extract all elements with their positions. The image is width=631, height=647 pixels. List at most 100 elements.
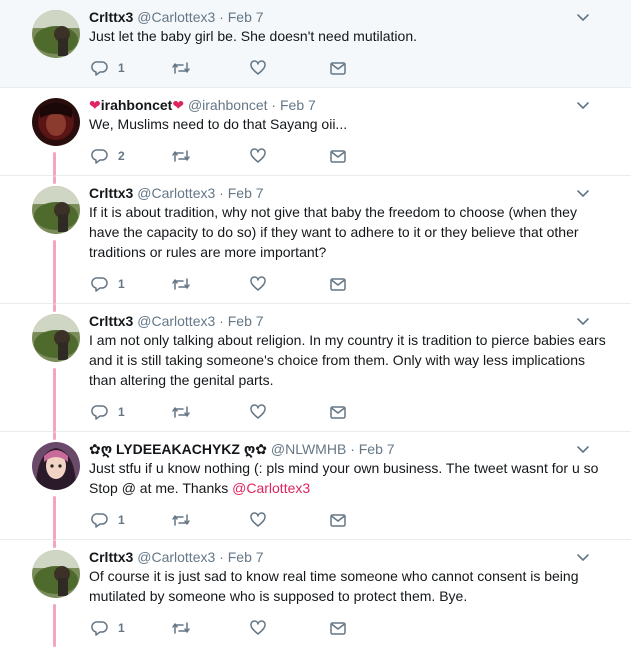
retweet-button[interactable] — [171, 58, 191, 78]
separator: · — [219, 313, 224, 329]
thread-line — [53, 496, 56, 540]
avatar[interactable] — [32, 550, 80, 598]
like-button[interactable] — [249, 618, 267, 638]
direct-message-button[interactable] — [329, 402, 347, 422]
tweet-body: We, Muslims need to do that Sayang oii..… — [89, 116, 348, 132]
reply-button[interactable]: 1 — [91, 618, 125, 638]
retweet-button[interactable] — [171, 510, 191, 530]
separator: · — [271, 97, 277, 113]
chevron-down-icon[interactable] — [575, 97, 591, 113]
display-name[interactable]: Crlttx3 — [89, 185, 133, 201]
timestamp[interactable]: Feb 7 — [280, 97, 316, 113]
avatar[interactable] — [32, 442, 80, 490]
timestamp[interactable]: Feb 7 — [228, 313, 264, 329]
avatar[interactable] — [32, 98, 80, 146]
tweet-header: Crlttx3 @Carlottex3 · Feb 7 — [89, 312, 264, 330]
tweet[interactable]: Crlttx3 @Carlottex3 · Feb 7 Just let the… — [0, 0, 631, 88]
reply-button[interactable]: 1 — [91, 510, 125, 530]
timestamp[interactable]: Feb 7 — [228, 185, 264, 201]
heart-emoji: ❤ — [172, 97, 185, 113]
like-button[interactable] — [249, 58, 267, 78]
like-icon — [250, 148, 266, 163]
mention-link[interactable]: @Carlottex3 — [232, 480, 310, 496]
tweet-header: Crlttx3 @Carlottex3 · Feb 7 — [89, 184, 264, 202]
retweet-icon — [172, 406, 190, 418]
direct-message-button[interactable] — [329, 510, 347, 530]
reply-button[interactable]: 1 — [91, 402, 125, 422]
retweet-button[interactable] — [171, 274, 191, 294]
tweet-actions: 2 — [89, 146, 359, 166]
avatar[interactable] — [32, 10, 80, 58]
separator: · — [219, 549, 224, 565]
avatar[interactable] — [32, 186, 80, 234]
tweet[interactable]: Crlttx3 @Carlottex3 · Feb 7 If it is abo… — [0, 176, 631, 304]
retweet-button[interactable] — [171, 146, 191, 166]
separator: · — [219, 9, 224, 25]
direct-message-button[interactable] — [329, 618, 347, 638]
chevron-down-icon[interactable] — [575, 313, 591, 329]
reply-button[interactable]: 2 — [91, 146, 125, 166]
direct-message-button[interactable] — [329, 274, 347, 294]
direct-message-button[interactable] — [329, 146, 347, 166]
like-icon — [250, 404, 266, 419]
display-name[interactable]: Crlttx3 — [89, 549, 133, 565]
user-handle[interactable]: @Carlottex3 — [137, 185, 215, 201]
user-handle[interactable]: @Carlottex3 — [137, 313, 215, 329]
tweet[interactable]: ❤irahboncet❤ @irahboncet · Feb 7 We, Mus… — [0, 88, 631, 176]
reply-icon — [91, 149, 108, 164]
reply-count: 2 — [118, 149, 125, 163]
user-handle[interactable]: @Carlottex3 — [137, 9, 215, 25]
retweet-button[interactable] — [171, 618, 191, 638]
like-icon — [250, 276, 266, 291]
tweet-body: If it is about tradition, why not give t… — [89, 204, 579, 260]
tweet-header: Crlttx3 @Carlottex3 · Feb 7 — [89, 548, 264, 566]
tweet[interactable]: Crlttx3 @Carlottex3 · Feb 7 I am not onl… — [0, 304, 631, 432]
thread-line — [53, 604, 56, 647]
chevron-down-icon[interactable] — [575, 441, 591, 457]
tweet[interactable]: Crlttx3 @Carlottex3 · Feb 7 Of course it… — [0, 540, 631, 647]
retweet-icon — [172, 622, 190, 634]
tweet[interactable]: ✿ღ LYDEEAKACHYKZ ღ✿ @NLWMHB · Feb 7 Just… — [0, 432, 631, 540]
chevron-down-icon[interactable] — [575, 9, 591, 25]
user-handle[interactable]: @Carlottex3 — [137, 549, 215, 565]
direct-message-icon — [330, 406, 346, 419]
display-name[interactable]: ✿ღ LYDEEAKACHYKZ ღ✿ — [89, 441, 267, 457]
reply-icon — [91, 621, 108, 636]
display-name[interactable]: Crlttx3 — [89, 9, 133, 25]
timestamp[interactable]: Feb 7 — [359, 441, 395, 457]
like-icon — [250, 620, 266, 635]
like-button[interactable] — [249, 510, 267, 530]
retweet-button[interactable] — [171, 402, 191, 422]
timestamp[interactable]: Feb 7 — [228, 9, 264, 25]
reply-icon — [91, 513, 108, 528]
tweet-body: Just stfu if u know nothing (: pls mind … — [89, 460, 599, 496]
direct-message-button[interactable] — [329, 58, 347, 78]
thread-line — [53, 152, 56, 176]
reply-count: 1 — [118, 61, 125, 75]
separator: · — [350, 441, 355, 457]
tweet-body: Just let the baby girl be. She doesn't n… — [89, 28, 417, 44]
direct-message-icon — [330, 622, 346, 635]
tweet-header: Crlttx3 @Carlottex3 · Feb 7 — [89, 8, 264, 26]
like-button[interactable] — [249, 274, 267, 294]
user-handle[interactable]: @NLWMHB — [271, 441, 346, 457]
thread-line — [53, 304, 56, 312]
direct-message-icon — [330, 150, 346, 163]
retweet-icon — [172, 278, 190, 290]
chevron-down-icon[interactable] — [575, 185, 591, 201]
reply-button[interactable]: 1 — [91, 274, 125, 294]
timestamp[interactable]: Feb 7 — [228, 549, 264, 565]
display-name[interactable]: Crlttx3 — [89, 313, 133, 329]
heart-emoji: ❤ — [89, 97, 101, 113]
display-name[interactable]: irahboncet — [101, 97, 173, 113]
chevron-down-icon[interactable] — [575, 549, 591, 565]
reply-button[interactable]: 1 — [91, 58, 125, 78]
avatar[interactable] — [32, 314, 80, 362]
tweet-text: Just stfu if u know nothing (: pls mind … — [89, 458, 609, 498]
like-button[interactable] — [249, 146, 267, 166]
reply-count: 1 — [118, 513, 125, 527]
like-button[interactable] — [249, 402, 267, 422]
thread-line — [53, 540, 56, 548]
user-handle[interactable]: @irahboncet — [188, 97, 268, 113]
tweet-header: ❤irahboncet❤ @irahboncet · Feb 7 — [89, 96, 316, 114]
